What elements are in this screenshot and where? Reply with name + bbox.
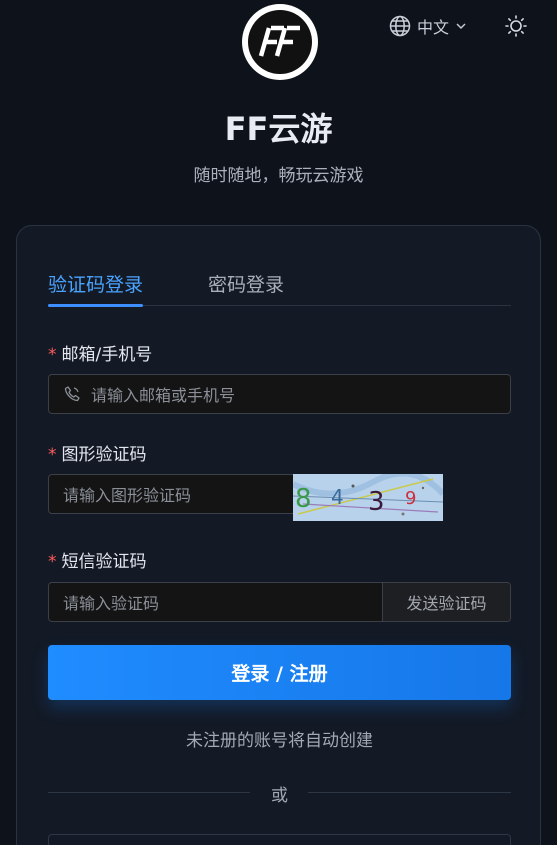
send-code-button[interactable]: 发送验证码 bbox=[382, 583, 510, 621]
account-label: * 邮箱/手机号 bbox=[48, 340, 152, 365]
captcha-placeholder: 请输入图形验证码 bbox=[63, 486, 192, 505]
sun-icon[interactable] bbox=[505, 15, 527, 37]
or-divider: 或 bbox=[48, 781, 511, 806]
login-card: 验证码登录 密码登录 * 邮箱/手机号 请输入邮箱或手机号 * 图形验证码 请输入图… bbox=[16, 225, 541, 845]
app-title: FF云游 bbox=[224, 110, 333, 148]
tab-password-login[interactable]: 密码登录 bbox=[208, 270, 284, 306]
or-label: 或 bbox=[271, 786, 288, 806]
captcha-label: * 图形验证码 bbox=[48, 440, 147, 465]
logo-icon bbox=[248, 10, 312, 74]
phone-icon bbox=[64, 386, 80, 402]
language-selector[interactable]: 中文 bbox=[389, 14, 467, 38]
account-label-text: 邮箱/手机号 bbox=[61, 345, 153, 365]
captcha-char-2: 4 bbox=[331, 485, 344, 509]
chevron-down-icon bbox=[456, 23, 466, 29]
app-logo bbox=[242, 4, 318, 80]
required-mark: * bbox=[48, 445, 57, 465]
tab-sms-login[interactable]: 验证码登录 bbox=[48, 270, 144, 307]
sms-label-text: 短信验证码 bbox=[61, 552, 147, 572]
captcha-input[interactable]: 请输入图形验证码 bbox=[48, 474, 295, 514]
captcha-char-3: 3 bbox=[368, 487, 385, 517]
auto-create-hint: 未注册的账号将自动创建 bbox=[186, 731, 373, 751]
sms-placeholder: 请输入验证码 bbox=[63, 594, 160, 613]
sms-code-input[interactable]: 请输入验证码 发送验证码 bbox=[48, 582, 511, 622]
app-slogan: 随时随地，畅玩云游戏 bbox=[193, 166, 364, 186]
language-label: 中文 bbox=[417, 18, 450, 37]
captcha-label-text: 图形验证码 bbox=[61, 445, 147, 465]
login-tabs: 验证码登录 密码登录 bbox=[48, 266, 511, 307]
required-mark: * bbox=[48, 345, 57, 365]
account-input[interactable]: 请输入邮箱或手机号 bbox=[48, 374, 511, 414]
captcha-image[interactable]: 8 4 3 9 bbox=[293, 474, 443, 521]
captcha-char-4: 9 bbox=[405, 488, 416, 509]
required-mark: * bbox=[48, 552, 57, 572]
login-register-button[interactable]: 登录 / 注册 bbox=[48, 645, 511, 700]
divider-line-right bbox=[308, 792, 511, 793]
alternate-login-button[interactable] bbox=[48, 834, 511, 845]
account-placeholder: 请输入邮箱或手机号 bbox=[91, 386, 236, 405]
globe-icon bbox=[389, 15, 411, 37]
sms-label: * 短信验证码 bbox=[48, 547, 147, 572]
captcha-char-1: 8 bbox=[295, 484, 312, 514]
